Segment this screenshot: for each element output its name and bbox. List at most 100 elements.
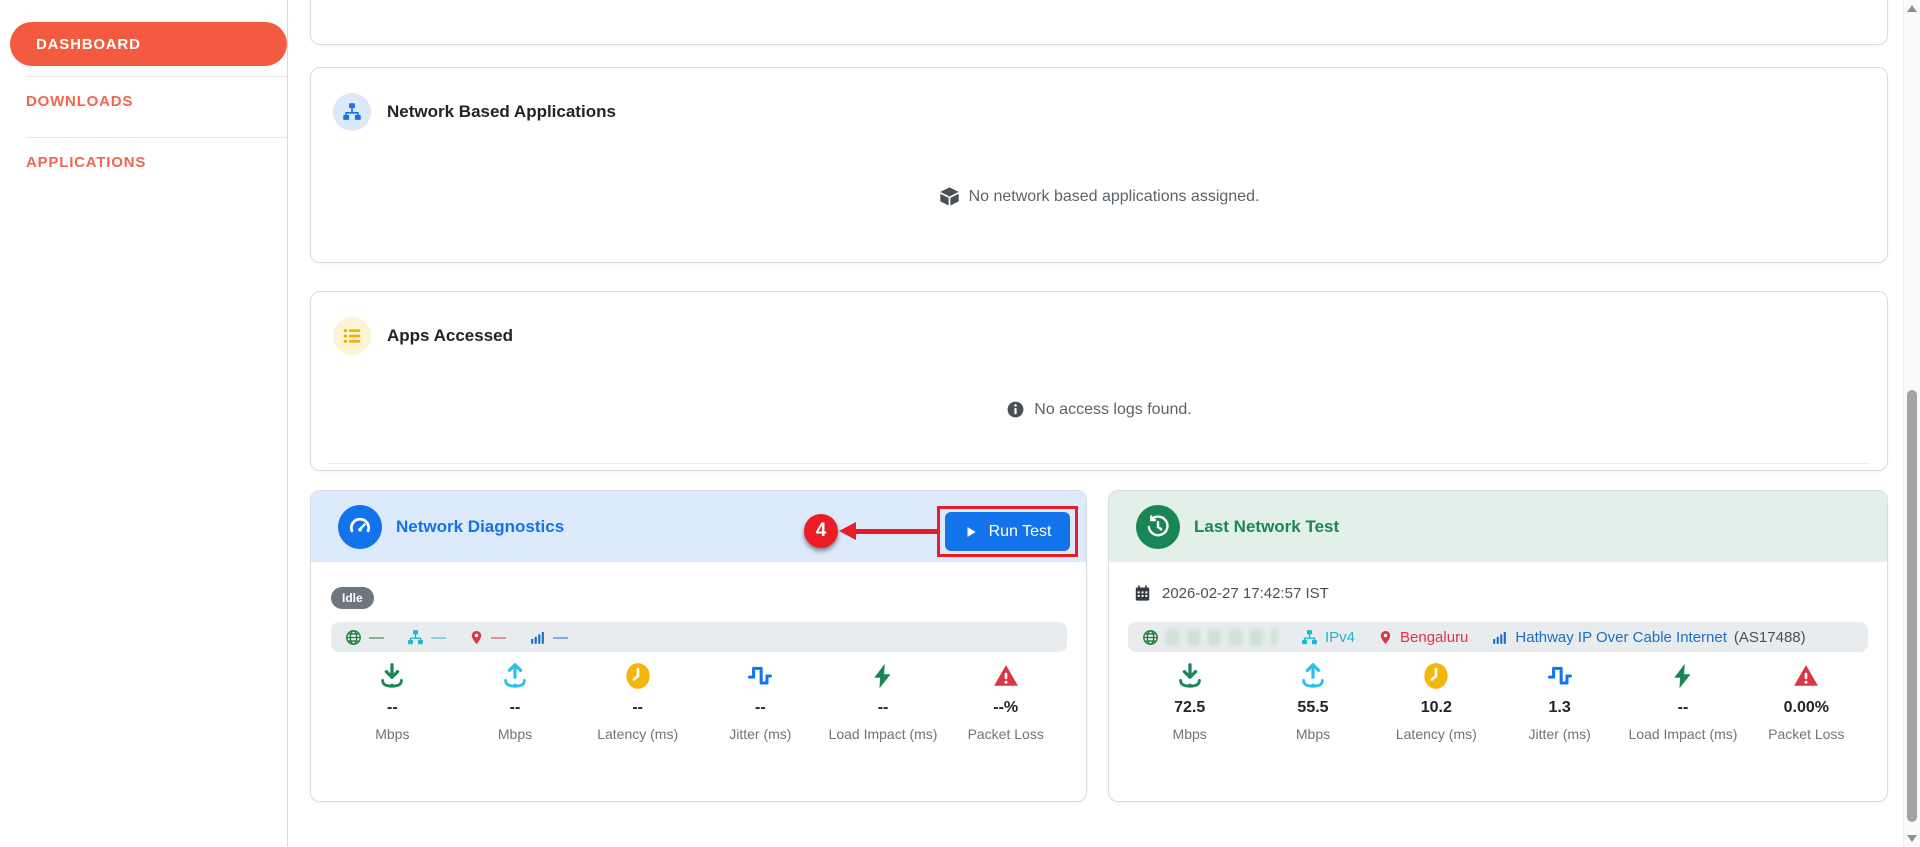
- metric-value: 72.5: [1174, 699, 1205, 717]
- metric-label: Packet Loss: [968, 724, 1044, 745]
- location-pin-icon: [469, 629, 484, 646]
- scrollbar-thumb[interactable]: [1907, 390, 1917, 822]
- metric-value: --: [632, 699, 643, 717]
- location-placeholder: —: [491, 629, 506, 646]
- panel-title: Last Network Test: [1194, 517, 1339, 537]
- sidebar-item-dashboard[interactable]: DASHBOARD: [10, 22, 287, 66]
- metric-label: Mbps: [375, 724, 409, 745]
- upload-icon: [1298, 658, 1328, 694]
- metric-value: 1.3: [1549, 699, 1571, 717]
- upload-icon: [500, 658, 530, 694]
- scroll-down-icon[interactable]: [1907, 835, 1917, 842]
- metric-label: Latency (ms): [597, 724, 678, 745]
- calendar-icon: [1134, 585, 1151, 602]
- sidebar-item-applications[interactable]: APPLICATIONS: [26, 154, 146, 171]
- sidebar-divider: [26, 137, 287, 138]
- run-test-button[interactable]: Run Test: [945, 512, 1070, 551]
- sidebar-item-downloads[interactable]: DOWNLOADS: [26, 93, 133, 110]
- clock-icon: [624, 658, 652, 694]
- metric-load-impact: -- Load Impact (ms): [822, 658, 945, 745]
- metric-packet-loss: 0.00% Packet Loss: [1745, 658, 1868, 745]
- annotation-highlight-box: Run Test: [937, 506, 1078, 557]
- gauge-icon: [338, 505, 382, 549]
- play-icon: [964, 525, 978, 539]
- globe-icon: [345, 629, 362, 646]
- metric-latency: 10.2 Latency (ms): [1375, 658, 1498, 745]
- network-based-applications-card: Network Based Applications No network ba…: [310, 67, 1888, 263]
- metric-value: 55.5: [1297, 699, 1328, 717]
- metric-upload: 55.5 Mbps: [1251, 658, 1374, 745]
- last-test-header: Last Network Test: [1109, 491, 1887, 562]
- metric-value: --: [510, 699, 521, 717]
- sidebar-item-label: APPLICATIONS: [26, 154, 146, 171]
- metric-label: Mbps: [498, 724, 532, 745]
- scrollbar[interactable]: [1903, 0, 1920, 847]
- metric-value: --: [387, 699, 398, 717]
- asn-text: (AS17488): [1734, 629, 1806, 646]
- metric-label: Load Impact (ms): [1629, 724, 1738, 745]
- warning-triangle-icon: [1792, 658, 1820, 694]
- metric-download: -- Mbps: [331, 658, 454, 745]
- metric-value: 10.2: [1421, 699, 1452, 717]
- jitter-icon: [745, 658, 775, 694]
- apps-accessed-card: Apps Accessed No access logs found.: [310, 291, 1888, 471]
- metric-value: --: [755, 699, 766, 717]
- metric-upload: -- Mbps: [454, 658, 577, 745]
- metric-label: Jitter (ms): [1529, 724, 1591, 745]
- network-info-bar: — — — —: [331, 622, 1067, 652]
- metric-label: Mbps: [1173, 724, 1207, 745]
- ip-version: IPv4: [1325, 629, 1355, 646]
- metric-label: Load Impact (ms): [829, 724, 938, 745]
- isp-link[interactable]: Hathway IP Over Cable Internet: [1515, 629, 1727, 646]
- location-pin-icon: [1378, 629, 1393, 646]
- download-icon: [1175, 658, 1205, 694]
- metric-download: 72.5 Mbps: [1128, 658, 1251, 745]
- sitemap-icon: [407, 629, 424, 646]
- last-network-test-card: Last Network Test 2026-02-27 17:42:57 IS…: [1108, 490, 1888, 802]
- ip-version-placeholder: —: [431, 629, 446, 646]
- run-test-label: Run Test: [989, 523, 1052, 541]
- info-icon: [1006, 400, 1025, 419]
- history-icon: [1136, 505, 1180, 549]
- annotation-step-badge: 4: [804, 514, 838, 548]
- bolt-icon: [869, 658, 897, 694]
- scroll-up-icon[interactable]: [1907, 5, 1917, 12]
- redacted-ip: [1166, 629, 1278, 646]
- last-test-timestamp: 2026-02-27 17:42:57 IST: [1162, 585, 1329, 602]
- bolt-icon: [1669, 658, 1697, 694]
- metric-load-impact: -- Load Impact (ms): [1621, 658, 1744, 745]
- network-diagnostics-card: Network Diagnostics 4 Run Test Idle — — …: [310, 490, 1087, 802]
- signal-bars-icon: [529, 629, 546, 646]
- metric-jitter: -- Jitter (ms): [699, 658, 822, 745]
- metric-jitter: 1.3 Jitter (ms): [1498, 658, 1621, 745]
- metrics-row: -- Mbps -- Mbps -- Latency (ms) -- Jitte…: [331, 658, 1067, 745]
- sidebar: DASHBOARD DOWNLOADS APPLICATIONS: [0, 0, 288, 847]
- sidebar-divider: [26, 76, 287, 77]
- clock-icon: [1422, 658, 1450, 694]
- sidebar-item-label: DASHBOARD: [36, 36, 141, 53]
- isp-placeholder: —: [553, 629, 568, 646]
- globe-icon: [1142, 629, 1159, 646]
- metric-label: Mbps: [1296, 724, 1330, 745]
- jitter-icon: [1545, 658, 1575, 694]
- sidebar-item-label: DOWNLOADS: [26, 93, 133, 110]
- empty-text: No network based applications assigned.: [969, 188, 1260, 206]
- warning-triangle-icon: [992, 658, 1020, 694]
- empty-state: No network based applications assigned.: [311, 186, 1887, 207]
- metric-value: 0.00%: [1784, 699, 1829, 717]
- empty-state: No access logs found.: [311, 400, 1887, 419]
- metrics-row: 72.5 Mbps 55.5 Mbps 10.2 Latency (ms) 1.…: [1128, 658, 1868, 745]
- sitemap-icon: [1301, 629, 1318, 646]
- metric-value: --%: [993, 699, 1018, 717]
- signal-bars-icon: [1491, 629, 1508, 646]
- timestamp-row: 2026-02-27 17:42:57 IST: [1134, 585, 1329, 602]
- location-text: Bengaluru: [1400, 629, 1468, 646]
- sitemap-icon: [333, 93, 371, 131]
- list-icon: [333, 317, 371, 355]
- metric-packet-loss: --% Packet Loss: [944, 658, 1067, 745]
- card-title: Network Based Applications: [387, 102, 616, 122]
- divider: [328, 463, 1870, 464]
- status-badge: Idle: [331, 587, 374, 609]
- metric-latency: -- Latency (ms): [576, 658, 699, 745]
- download-icon: [377, 658, 407, 694]
